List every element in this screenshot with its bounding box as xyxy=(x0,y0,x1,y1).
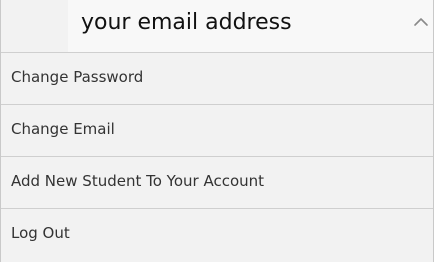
menu-item-label: Log Out xyxy=(11,224,70,242)
menu-item-log-out[interactable]: Log Out xyxy=(1,208,433,262)
menu-item-label: Change Email xyxy=(11,120,115,138)
menu-item-change-password[interactable]: Change Password xyxy=(1,52,433,103)
menu-item-label: Change Password xyxy=(11,68,144,86)
chevron-up-icon[interactable] xyxy=(413,17,429,27)
account-email-toggle[interactable]: your email address xyxy=(68,0,433,52)
account-dropdown-menu: your email address Change Password Chang… xyxy=(0,0,434,262)
menu-item-change-email[interactable]: Change Email xyxy=(1,104,433,155)
account-email: your email address xyxy=(81,10,292,35)
menu-item-add-new-student[interactable]: Add New Student To Your Account xyxy=(1,156,433,207)
menu-item-label: Add New Student To Your Account xyxy=(11,172,265,190)
account-menu-header[interactable]: your email address xyxy=(1,0,433,52)
